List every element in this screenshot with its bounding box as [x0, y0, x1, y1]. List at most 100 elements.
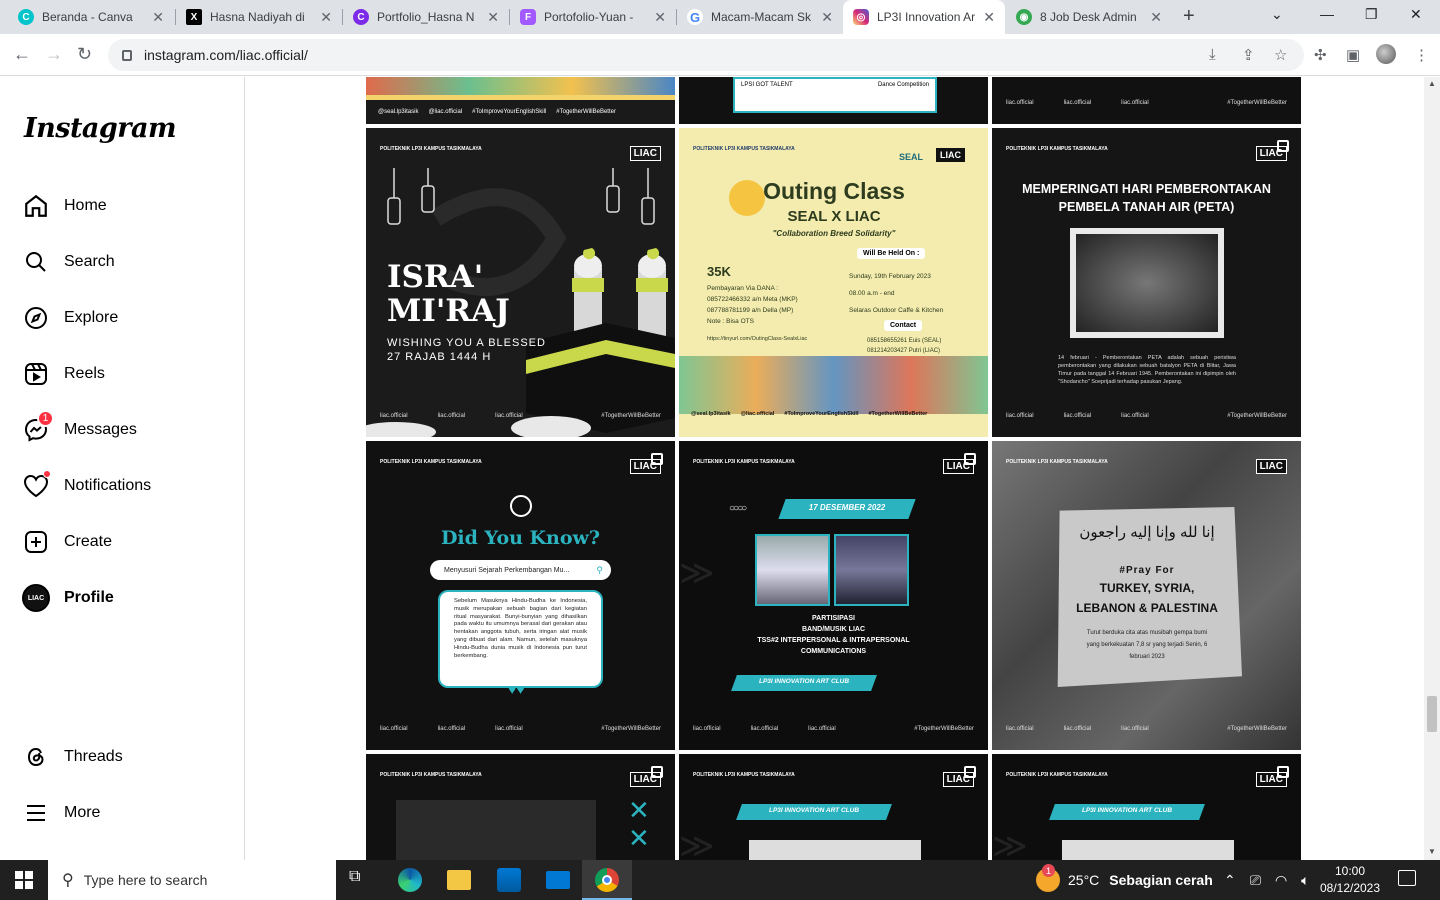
nav-notifications[interactable]: Notifications: [22, 466, 151, 506]
post-body: 14 februari - Pemberontakan PETA adalah …: [1058, 355, 1236, 385]
tab-google-macam[interactable]: G Macam-Macam Sk ✕: [677, 0, 843, 34]
tab-x-hasna[interactable]: X Hasna Nadiyah di ✕: [176, 0, 342, 34]
tab-strip: C Beranda - Canva ✕ X Hasna Nadiyah di ✕…: [0, 0, 1440, 34]
post-club-event-2[interactable]: POLITEKNIK LP3I KAMPUS TASIKMALAYA LIAC …: [992, 754, 1301, 860]
post-dark-top[interactable]: liac.official liac.official liac.officia…: [992, 77, 1301, 124]
post-tss-participation[interactable]: POLITEKNIK LP3I KAMPUS TASIKMALAYA LIAC …: [679, 441, 988, 750]
windows-taskbar: ⚲ Type here to search ⧉ 1 25°C Sebagian …: [0, 860, 1440, 900]
nav-messages[interactable]: 1 Messages: [22, 410, 137, 450]
post-outing-promo-top[interactable]: @seal.lp3itasik @liac.official #ToImprov…: [366, 77, 675, 124]
kebab-menu-icon[interactable]: ⋮: [1414, 46, 1429, 64]
meet-now-icon[interactable]: ⎚: [1250, 872, 1261, 889]
caption-line: PARTISIPASI: [812, 615, 855, 622]
window-close-icon[interactable]: ✕: [1410, 6, 1422, 23]
restore-icon[interactable]: ❐: [1365, 6, 1378, 23]
pray-title: #Pray For: [1119, 565, 1175, 576]
post-club-event-1[interactable]: POLITEKNIK LP3I KAMPUS TASIKMALAYA LIAC …: [679, 754, 988, 860]
post-tag: #TogetherWillBeBetter: [868, 411, 928, 417]
chrome-taskbar-button[interactable]: [582, 860, 632, 900]
post-header: POLITEKNIK LP3I KAMPUS TASIKMALAYA: [693, 459, 795, 465]
event-time: 08.00 a.m - end: [849, 290, 895, 297]
tab-jobdesk[interactable]: ◉ 8 Job Desk Admin ✕: [1006, 0, 1172, 34]
nav-home[interactable]: Home: [22, 186, 107, 226]
close-icon[interactable]: ✕: [487, 9, 499, 26]
tab-search-icon[interactable]: ⌄: [1271, 6, 1283, 23]
side-panel-icon[interactable]: ▣: [1346, 46, 1360, 64]
tab-label: Hasna Nadiyah di: [210, 10, 305, 24]
taskbar-search[interactable]: ⚲ Type here to search: [48, 860, 336, 900]
new-tab-button[interactable]: +: [1183, 5, 1195, 28]
back-arrow-icon[interactable]: ←: [13, 44, 31, 65]
scroll-up-arrow-icon[interactable]: ▲: [1428, 79, 1436, 88]
reload-icon[interactable]: ↻: [77, 44, 92, 65]
chevron-up-icon[interactable]: ⌃: [1224, 872, 1236, 889]
post-peta[interactable]: POLITEKNIK LP3I KAMPUS TASIKMALAYA LIAC …: [992, 128, 1301, 437]
close-icon[interactable]: ✕: [983, 9, 995, 26]
post-title: ISRA' MI'RAJ: [387, 260, 510, 328]
volume-icon[interactable]: 🔈︎: [1301, 872, 1309, 889]
browser-profile-avatar[interactable]: [1376, 44, 1396, 64]
close-icon[interactable]: ✕: [654, 9, 666, 26]
close-icon[interactable]: ✕: [152, 9, 164, 26]
post-isra-miraj[interactable]: POLITEKNIK LP3I KAMPUS TASIKMALAYA LIAC: [366, 128, 675, 437]
instagram-logo[interactable]: Instagram: [24, 113, 177, 144]
post-tag: @seal.lp3itasik: [691, 411, 731, 417]
nav-search[interactable]: Search: [22, 242, 115, 282]
nav-profile[interactable]: LIAC Profile: [22, 578, 114, 618]
tab-label: LP3I Innovation Ar: [877, 10, 976, 24]
scroll-down-arrow-icon[interactable]: ▼: [1428, 847, 1436, 856]
tab-label: Portfolio_Hasna N: [377, 10, 475, 24]
taskbar-search-placeholder[interactable]: Type here to search: [84, 872, 208, 888]
post-body: Turut berduka cita atas musibah gempa bu…: [1086, 630, 1208, 660]
tab-canva-portfolio[interactable]: C Portfolio_Hasna N ✕: [343, 0, 509, 34]
edge-icon[interactable]: [398, 868, 422, 892]
store-icon[interactable]: [497, 868, 521, 892]
post-tag: #TogetherWillBeBetter: [601, 726, 661, 732]
forward-arrow-icon[interactable]: →: [45, 44, 63, 65]
post-tag: liac.official: [808, 726, 836, 732]
minimize-icon[interactable]: —: [1320, 6, 1334, 22]
post-got-talent-top[interactable]: LPSI GOT TALENT Dance Competition: [679, 77, 988, 124]
tab-canva-beranda[interactable]: C Beranda - Canva ✕: [8, 0, 174, 34]
nav-explore[interactable]: Explore: [22, 298, 118, 338]
url-text[interactable]: instagram.com/liac.official/: [144, 47, 308, 63]
caption-line: BAND/MUSIK LIAC: [802, 626, 865, 633]
address-bar[interactable]: instagram.com/liac.official/: [108, 39, 1304, 71]
share-icon[interactable]: ⇪: [1242, 46, 1255, 64]
nav-more[interactable]: More: [22, 793, 100, 833]
tab-instagram-lp3i[interactable]: ◎ LP3I Innovation Ar ✕: [843, 0, 1005, 34]
close-icon[interactable]: ✕: [1150, 9, 1162, 26]
nav-label: Messages: [64, 421, 137, 438]
install-app-icon[interactable]: ⤓: [1209, 46, 1216, 63]
post-did-you-know[interactable]: POLITEKNIK LP3I KAMPUS TASIKMALAYA LIAC …: [366, 441, 675, 750]
post-tag: #TogetherWillBeBetter: [1227, 726, 1287, 732]
windows-start-icon[interactable]: [15, 871, 33, 889]
price: 35K: [707, 264, 731, 279]
post-dance[interactable]: POLITEKNIK LP3I KAMPUS TASIKMALAYA LIAC …: [366, 754, 675, 860]
tab-figma-portofolio[interactable]: F Portofolio-Yuan - ✕: [510, 0, 676, 34]
weather-widget[interactable]: 1 25°C Sebagian cerah: [1036, 860, 1213, 900]
photo-2: [834, 534, 909, 606]
page-scrollbar[interactable]: ▲ ▼: [1424, 77, 1440, 860]
nav-threads[interactable]: Threads: [22, 737, 123, 777]
post-tag: #ToImproveYourEnglishSkill: [784, 411, 859, 417]
wifi-icon[interactable]: ◠: [1275, 872, 1287, 889]
compass-icon: [22, 304, 50, 332]
close-icon[interactable]: ✕: [320, 9, 332, 26]
task-view-icon[interactable]: ⧉: [349, 868, 373, 892]
taskbar-clock[interactable]: 10:00 08/12/2023: [1318, 863, 1382, 897]
close-icon[interactable]: ✕: [821, 9, 833, 26]
nav-create[interactable]: Create: [22, 522, 112, 562]
nav-reels[interactable]: Reels: [22, 354, 105, 394]
bookmark-star-icon[interactable]: ☆: [1274, 46, 1287, 64]
mail-icon[interactable]: [546, 871, 570, 889]
extensions-icon[interactable]: ✣: [1314, 46, 1327, 64]
post-outing-class[interactable]: POLITEKNIK LP3I KAMPUS TASIKMALAYA SEAL …: [679, 128, 988, 437]
nav-label: Notifications: [64, 477, 152, 494]
notification-center-icon[interactable]: [1398, 870, 1416, 886]
lock-icon[interactable]: [122, 49, 132, 61]
file-explorer-icon[interactable]: [447, 870, 471, 890]
post-tag: liac.official: [1063, 413, 1092, 419]
scrollbar-thumb[interactable]: [1427, 696, 1437, 732]
post-pray-for[interactable]: POLITEKNIK LP3I KAMPUS TASIKMALAYA LIAC …: [992, 441, 1301, 750]
